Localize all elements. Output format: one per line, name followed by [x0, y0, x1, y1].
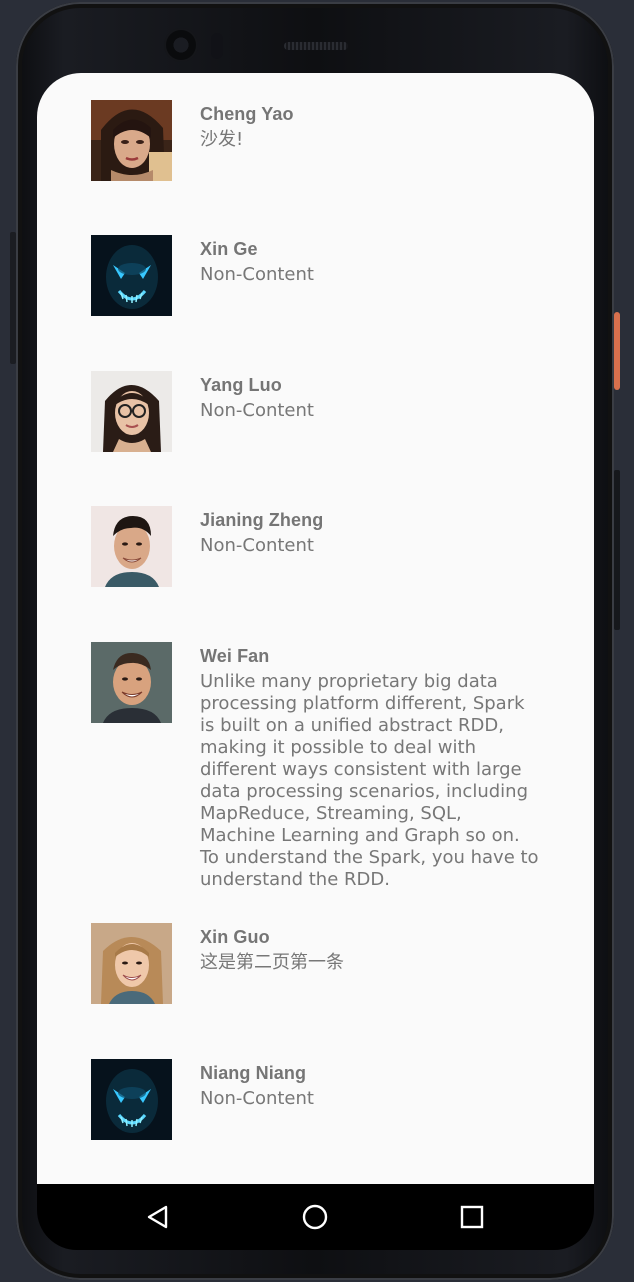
front-camera	[166, 30, 196, 60]
comment-author: Niang Niang	[200, 1063, 307, 1083]
power-button	[614, 312, 620, 390]
smiling-woman-avatar	[91, 923, 172, 1004]
avatar[interactable]	[91, 235, 172, 316]
back-icon	[147, 1205, 168, 1229]
comment-author: Wei Fan	[200, 646, 270, 666]
proximity-sensor	[211, 33, 223, 59]
comment-author: Xin Ge	[200, 239, 258, 259]
avatar[interactable]	[91, 642, 172, 723]
comment-author: Jianing Zheng	[200, 510, 324, 530]
comment-text: Non-Content	[200, 535, 314, 556]
woman-portrait-avatar	[91, 100, 172, 181]
glowing-mask-avatar	[91, 235, 172, 316]
woman-glasses-avatar	[91, 371, 172, 452]
avatar[interactable]	[91, 1059, 172, 1140]
comment-text: Unlike many proprietary big data process…	[200, 671, 539, 890]
recents-icon	[460, 1205, 484, 1229]
earpiece-speaker	[284, 42, 348, 50]
home-button[interactable]	[300, 1202, 330, 1232]
comment-text: Non-Content	[200, 400, 314, 421]
side-button-left	[10, 232, 16, 364]
home-icon	[302, 1204, 328, 1230]
avatar[interactable]	[91, 100, 172, 181]
avatar[interactable]	[91, 506, 172, 587]
avatar[interactable]	[91, 371, 172, 452]
back-button[interactable]	[143, 1202, 173, 1232]
glowing-mask-avatar	[91, 1059, 172, 1140]
comment-author: Xin Guo	[200, 927, 270, 947]
comment-author: Yang Luo	[200, 375, 282, 395]
comment-list-screen: Cheng Yao 沙发! Xin Ge Non-Content Yang Lu…	[37, 73, 594, 1184]
young-man-avatar	[91, 506, 172, 587]
recents-button[interactable]	[457, 1202, 487, 1232]
smiling-man-avatar	[91, 642, 172, 723]
avatar[interactable]	[91, 923, 172, 1004]
comment-text: 沙发!	[200, 129, 244, 150]
comment-text: Non-Content	[200, 264, 314, 285]
comment-author: Cheng Yao	[200, 104, 294, 124]
volume-button	[614, 470, 620, 630]
comment-text: 这是第二页第一条	[200, 952, 344, 973]
system-navigation-bar	[37, 1184, 594, 1250]
comment-text: Non-Content	[200, 1088, 314, 1109]
